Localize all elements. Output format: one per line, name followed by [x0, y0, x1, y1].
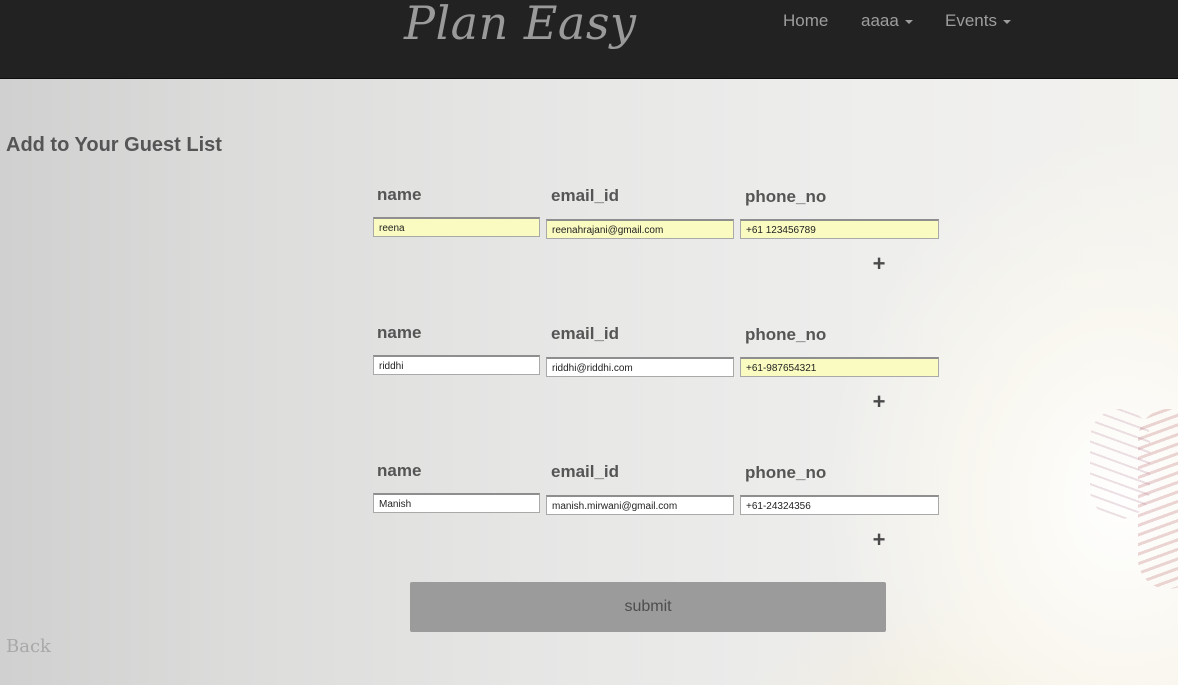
nav-events-dropdown[interactable]: Events: [945, 11, 1011, 31]
orchid-lip-decoration: [1090, 409, 1150, 519]
back-link[interactable]: Back: [6, 636, 51, 657]
guest-phone-input[interactable]: [740, 357, 939, 377]
name-column-label: name: [377, 323, 422, 342]
top-navbar: Plan Easy Home aaaa Events: [0, 0, 1178, 79]
brand-logo[interactable]: Plan Easy: [404, 0, 636, 50]
phone-column-label: phone_no: [745, 325, 827, 344]
guest-name-input[interactable]: [373, 493, 540, 513]
phone-column-label: phone_no: [745, 187, 827, 206]
nav-user-label: aaaa: [861, 11, 899, 30]
nav-home-label: Home: [783, 11, 829, 30]
guest-name-input[interactable]: [373, 217, 540, 237]
caret-down-icon: [904, 19, 913, 24]
guest-email-input[interactable]: [546, 495, 734, 515]
name-column-label: name: [377, 461, 422, 480]
guest-phone-input[interactable]: [740, 219, 939, 239]
nav-user-dropdown[interactable]: aaaa: [861, 11, 913, 31]
add-guest-plus-icon[interactable]: +: [869, 529, 889, 551]
email-column-label: email_id: [551, 186, 620, 205]
add-guest-plus-icon[interactable]: +: [869, 253, 889, 275]
email-column-label: email_id: [551, 462, 620, 481]
caret-down-icon: [1002, 19, 1011, 24]
email-column-label: email_id: [551, 324, 620, 343]
nav-events-label: Events: [945, 11, 997, 30]
nav-home[interactable]: Home: [783, 11, 828, 31]
phone-column-label: phone_no: [745, 463, 827, 482]
guest-email-input[interactable]: [546, 357, 734, 377]
name-column-label: name: [377, 185, 422, 204]
guest-name-input[interactable]: [373, 355, 540, 375]
guest-phone-input[interactable]: [740, 495, 939, 515]
guest-email-input[interactable]: [546, 219, 734, 239]
page-title: Add to Your Guest List: [6, 134, 222, 156]
submit-button[interactable]: submit: [410, 582, 886, 632]
add-guest-plus-icon[interactable]: +: [869, 391, 889, 413]
